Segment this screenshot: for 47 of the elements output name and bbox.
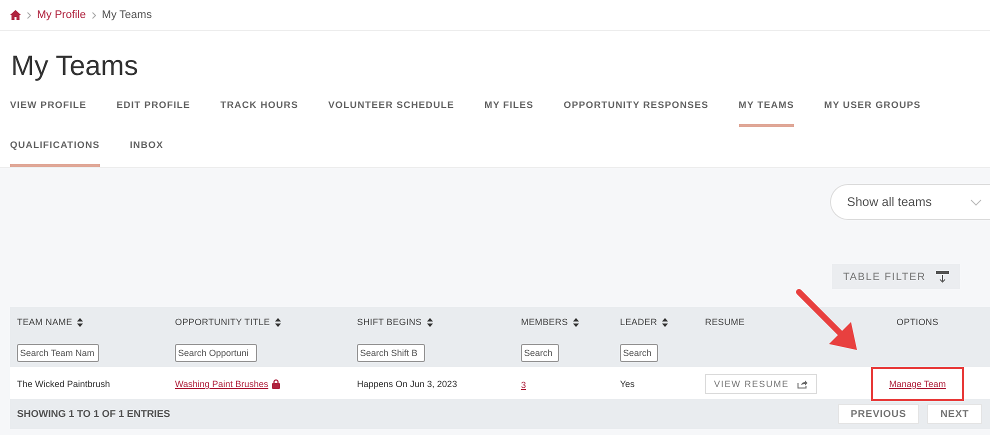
tab[interactable]: MY USER GROUPS <box>824 87 921 127</box>
breadcrumb-item[interactable]: My Profile <box>37 9 86 21</box>
table-cell-text: Yes <box>620 379 636 389</box>
pagination-button[interactable]: NEXT <box>927 404 982 424</box>
table-cell-text: Happens On Jun 3, 2023 <box>357 379 458 389</box>
column-header[interactable]: OPPORTUNITY TITLE <box>175 317 281 327</box>
sort-icon[interactable] <box>426 318 433 326</box>
table-filter-button[interactable]: TABLE FILTER <box>832 264 960 289</box>
tab[interactable]: INBOX <box>130 127 164 167</box>
view-resume-button[interactable]: VIEW RESUME <box>705 374 818 394</box>
filter-icon <box>936 270 949 282</box>
column-header: RESUME <box>705 317 745 327</box>
table-cell-text: The Wicked Paintbrush <box>17 379 112 389</box>
column-header[interactable]: MEMBERS <box>521 317 579 327</box>
column-header[interactable]: LEADER <box>620 317 668 327</box>
members-link[interactable]: 3 <box>521 380 526 390</box>
sort-icon[interactable] <box>662 318 668 326</box>
manage-team-link[interactable]: Manage Team <box>871 367 964 401</box>
tab[interactable]: VIEW PROFILE <box>10 87 86 127</box>
search-field[interactable]: Search <box>521 344 559 362</box>
page-title: My Teams <box>11 49 140 83</box>
tab[interactable]: EDIT PROFILE <box>116 87 190 127</box>
tab[interactable]: OPPORTUNITY RESPONSES <box>564 87 709 127</box>
home-icon[interactable] <box>10 10 21 20</box>
tab[interactable]: MY FILES <box>484 87 534 127</box>
chevron-right-icon <box>92 12 96 18</box>
chevron-down-icon <box>970 198 982 206</box>
breadcrumb-item[interactable]: My Teams <box>102 9 152 21</box>
sort-icon[interactable] <box>274 318 281 326</box>
tab[interactable]: TRACK HOURS <box>220 87 298 127</box>
column-header[interactable]: SHIFT BEGINS <box>357 317 433 327</box>
search-field[interactable]: Search Team Nam <box>17 344 99 362</box>
column-header[interactable]: TEAM NAME <box>17 317 84 327</box>
sort-icon[interactable] <box>572 318 579 326</box>
column-header: OPTIONS <box>896 317 938 327</box>
search-field[interactable]: Search Shift B <box>357 344 425 362</box>
tab[interactable]: VOLUNTEER SCHEDULE <box>328 87 454 127</box>
tab[interactable]: MY TEAMS <box>738 87 794 127</box>
opportunity-link[interactable]: Washing Paint Brushes <box>175 379 268 389</box>
sort-icon[interactable] <box>77 318 84 326</box>
search-field[interactable]: Search <box>620 344 658 362</box>
team-filter-dropdown[interactable]: Show all teams <box>830 184 990 220</box>
share-icon <box>797 380 808 388</box>
entries-summary: SHOWING 1 TO 1 OF 1 ENTRIES <box>17 408 170 420</box>
chevron-right-icon <box>27 12 31 18</box>
pagination-button[interactable]: PREVIOUS <box>838 404 920 424</box>
search-field[interactable]: Search Opportuni <box>175 344 257 362</box>
